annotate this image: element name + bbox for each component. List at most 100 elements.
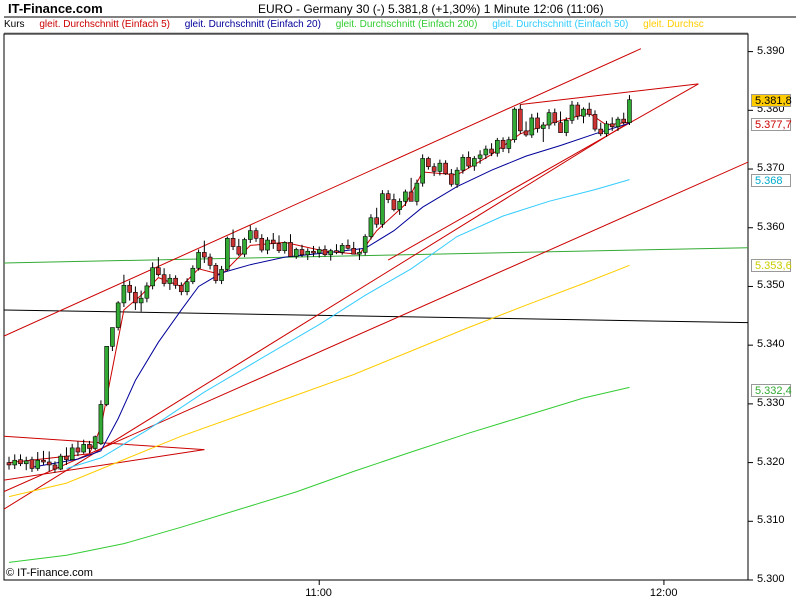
candle-body: [202, 252, 207, 258]
candle-body: [552, 112, 558, 123]
candle: [196, 249, 201, 271]
candle-body: [408, 191, 414, 202]
candle-body: [207, 256, 213, 266]
candle-body: [213, 265, 219, 281]
candle-body: [293, 249, 299, 257]
candle-body: [615, 118, 621, 128]
candle: [380, 190, 385, 228]
candle-body: [420, 158, 425, 184]
candle-body: [575, 104, 581, 117]
candle-body: [426, 158, 431, 167]
candle-body: [230, 238, 236, 247]
y-tick-label: 5.390: [757, 44, 785, 57]
candle-body: [529, 117, 535, 136]
candle-body: [270, 239, 276, 244]
candle-body: [282, 242, 288, 251]
copyright-credit: © IT-Finance.com: [6, 567, 93, 579]
candle-body: [75, 447, 81, 453]
candle-body: [391, 199, 397, 210]
y-tick-label: 5.320: [757, 455, 785, 468]
candle-body: [495, 139, 500, 154]
price-tag: 5.377,7: [751, 117, 792, 131]
candle-body: [150, 267, 155, 287]
candle: [420, 154, 425, 187]
candle-body: [18, 459, 23, 465]
y-tick-label: 5.350: [757, 279, 785, 292]
candle: [92, 435, 98, 451]
candle-body: [46, 461, 52, 466]
candle: [368, 214, 374, 240]
candle-body: [357, 252, 362, 255]
y-tick-label: 5.370: [757, 162, 785, 175]
candle-body: [92, 436, 98, 449]
candle-body: [35, 459, 41, 469]
y-tick-label: 5.330: [757, 396, 785, 409]
candle-body: [627, 99, 632, 123]
candle: [190, 265, 196, 285]
candle-body: [138, 297, 144, 304]
candle-body: [431, 166, 437, 172]
candle-body: [500, 139, 506, 149]
candle-body: [311, 250, 316, 254]
plot-area: [3, 33, 749, 581]
candle-body: [592, 114, 598, 130]
candle-body: [403, 191, 408, 202]
candle-body: [540, 124, 546, 129]
candle-body: [288, 242, 293, 257]
price-tag: 5.368: [751, 173, 791, 187]
candle-body: [449, 173, 454, 185]
candle-body: [69, 447, 75, 460]
candle-body: [454, 169, 460, 185]
chart-title: EURO - Germany 30 (-) 5.381,8 (+1,30%) 1…: [258, 2, 604, 16]
legend-item-sma20: gleit. Durchschnitt (Einfach 20): [184, 19, 321, 30]
candle-body: [563, 120, 569, 133]
candle-body: [110, 327, 115, 347]
candle-body: [466, 156, 471, 167]
candle-body: [339, 245, 345, 253]
candle-body: [483, 148, 489, 156]
candle-body: [334, 250, 339, 253]
candle-body: [115, 302, 121, 328]
candle-body: [385, 193, 391, 200]
candle-body: [328, 250, 334, 256]
candle-body: [127, 284, 132, 293]
candle-body: [351, 247, 357, 255]
candle-body: [305, 250, 311, 256]
candle: [512, 107, 517, 143]
candle-body: [87, 444, 92, 449]
candle-body: [121, 284, 127, 304]
candle-body: [581, 108, 586, 117]
candle-body: [414, 182, 420, 202]
candle-body: [167, 277, 173, 284]
candle: [115, 301, 121, 331]
candle-body: [190, 267, 196, 283]
candle-body: [23, 460, 29, 465]
candle: [58, 453, 64, 471]
candle-body: [64, 455, 69, 460]
candle-body: [604, 123, 609, 135]
candle-body: [512, 108, 517, 140]
x-tick-label: 11:00: [305, 587, 332, 599]
candle-body: [247, 230, 253, 240]
price-tag: 5.381,8: [751, 93, 792, 107]
candle-body: [322, 249, 328, 256]
candle-body: [225, 238, 230, 270]
candle: [104, 346, 109, 407]
candle-body: [29, 459, 35, 469]
candle-body: [265, 239, 270, 251]
candle-body: [276, 243, 282, 251]
candle: [414, 179, 420, 206]
candle-body: [380, 193, 385, 225]
chart-canvas: [3, 16, 796, 585]
candle-body: [104, 346, 109, 405]
candle-body: [586, 108, 592, 115]
candle-body: [489, 148, 494, 154]
candle: [98, 400, 104, 445]
legend-item-sma200: gleit. Durchschnitt (Einfach 200): [335, 19, 478, 30]
candle-body: [472, 158, 477, 167]
candle-body: [316, 249, 322, 254]
candle-body: [621, 118, 627, 123]
candle-body: [184, 281, 190, 293]
price-tag: 5.332,4: [751, 383, 792, 397]
candle-body: [368, 217, 374, 237]
